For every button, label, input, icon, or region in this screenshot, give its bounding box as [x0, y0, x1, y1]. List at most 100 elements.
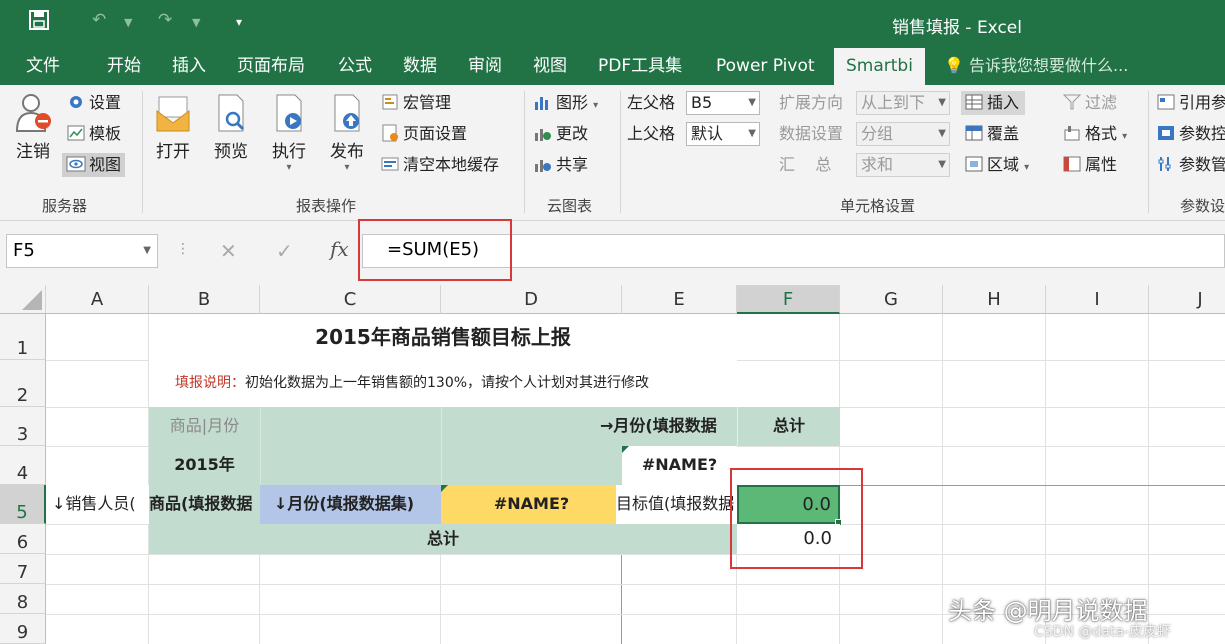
group-label-param: 参数设 [1180, 197, 1225, 215]
region-dropdown-icon[interactable]: ▾ [1024, 162, 1029, 173]
column-header-h[interactable]: H [943, 285, 1046, 314]
template-button[interactable]: 模板 [66, 122, 121, 146]
page-setup-button[interactable]: 页面设置 [380, 122, 467, 146]
tab-page-layout[interactable]: 页面布局 [237, 48, 305, 85]
cell-b3[interactable]: 商品|月份 [149, 407, 260, 446]
enter-icon[interactable]: ✓ [276, 239, 293, 263]
cell-e5[interactable]: 目标值(填报数据 [616, 485, 737, 524]
clear-cache-button[interactable]: 清空本地缓存 [380, 153, 499, 177]
select-all-corner[interactable] [0, 285, 46, 314]
filter-button[interactable]: 过滤 [1062, 91, 1117, 115]
chevron-down-icon[interactable]: ▼ [143, 235, 151, 267]
row-header-8[interactable]: 8 [0, 584, 46, 614]
chevron-down-icon: ▼ [938, 159, 946, 170]
cell-c5[interactable]: ↓月份(填报数据集) [260, 485, 441, 524]
column-header-c[interactable]: C [260, 285, 441, 314]
redo-icon[interactable]: ↷ [158, 10, 172, 30]
tab-formulas[interactable]: 公式 [338, 48, 372, 85]
tab-data[interactable]: 数据 [403, 48, 437, 85]
undo-icon[interactable]: ↶ [92, 10, 106, 30]
tab-file[interactable]: 文件 [26, 48, 60, 85]
cell-d4[interactable] [441, 446, 622, 485]
name-box[interactable]: F5 ▼ [6, 234, 158, 268]
cell-e3[interactable]: →月份(填报数据 [600, 407, 737, 446]
format-dropdown-icon[interactable]: ▾ [1122, 131, 1127, 142]
cell-a5[interactable]: ↓销售人员( [46, 485, 149, 524]
more-options-icon[interactable]: ⋮ [176, 241, 190, 257]
logout-button[interactable]: 注销 [8, 93, 58, 162]
preview-button[interactable]: 预览 [208, 93, 254, 162]
row-header-5[interactable]: 5 [0, 485, 46, 524]
redo-dropdown-icon[interactable]: ▼ [192, 16, 200, 29]
cell-d5[interactable]: #NAME? [441, 485, 622, 524]
tab-review[interactable]: 审阅 [468, 48, 502, 85]
tab-power-pivot[interactable]: Power Pivot [716, 48, 815, 85]
chart-dropdown-icon[interactable]: ▾ [593, 100, 598, 111]
row-header-6[interactable]: 6 [0, 524, 46, 554]
region-button[interactable]: 区域 ▾ [964, 153, 1029, 177]
save-icon[interactable] [28, 9, 50, 36]
expand-direction-select[interactable]: 从上到下 ▼ [856, 91, 950, 115]
left-parent-select[interactable]: B5 ▼ [686, 91, 760, 115]
undo-dropdown-icon[interactable]: ▼ [124, 16, 132, 29]
row-header-4[interactable]: 4 [0, 446, 46, 485]
open-button[interactable]: 打开 [150, 93, 196, 162]
chart-button[interactable]: 图形 ▾ [533, 91, 598, 115]
cover-button[interactable]: 覆盖 [964, 122, 1019, 146]
cell-c3[interactable] [260, 407, 441, 446]
settings-button[interactable]: 设置 [66, 91, 121, 115]
format-button[interactable]: 格式 ▾ [1062, 122, 1127, 146]
tab-home[interactable]: 开始 [107, 48, 141, 85]
cell-b6-total[interactable]: 总计 [149, 524, 737, 554]
macro-manage-button[interactable]: 宏管理 [380, 91, 451, 115]
param-manage-button[interactable]: 参数管 [1156, 153, 1225, 177]
top-parent-select[interactable]: 默认 ▼ [686, 122, 760, 146]
publish-button[interactable]: 发布 ▾ [324, 93, 370, 173]
column-header-a[interactable]: A [46, 285, 149, 314]
column-header-f[interactable]: F [737, 285, 840, 314]
settings-label: 设置 [89, 93, 122, 112]
row-header-2[interactable]: 2 [0, 360, 46, 407]
cell-e4[interactable]: #NAME? [622, 446, 737, 485]
function-icon[interactable]: fx [330, 237, 349, 261]
column-header-b[interactable]: B [149, 285, 260, 314]
property-button[interactable]: 属性 [1062, 153, 1117, 177]
customize-qat-icon[interactable]: ▾ [236, 15, 242, 29]
publish-dropdown-icon[interactable]: ▾ [324, 162, 370, 173]
row-header-7[interactable]: 7 [0, 554, 46, 584]
column-header-g[interactable]: G [840, 285, 943, 314]
watermark-subtext: CSDN @data-皮皮虾 [1034, 624, 1171, 640]
tab-smartbi[interactable]: Smartbi [834, 48, 925, 85]
insert-button[interactable]: 插入 [961, 91, 1026, 115]
row-header-3[interactable]: 3 [0, 407, 46, 446]
data-setting-select[interactable]: 分组 ▼ [856, 122, 950, 146]
column-header-e[interactable]: E [622, 285, 737, 314]
note-cell[interactable]: 填报说明：初始化数据为上一年销售额的130%，请按个人计划对其进行修改 [149, 360, 737, 407]
cell-d3[interactable] [441, 407, 622, 446]
reference-param-button[interactable]: 引用参 [1156, 91, 1225, 115]
column-header-d[interactable]: D [441, 285, 622, 314]
cell-c4[interactable] [260, 446, 441, 485]
share-button[interactable]: 共享 [533, 153, 588, 177]
change-button[interactable]: 更改 [533, 122, 588, 146]
row-header-9[interactable]: 9 [0, 614, 46, 644]
cell-b4[interactable]: 2015年 [149, 446, 260, 485]
param-control-button[interactable]: 参数控 [1156, 122, 1225, 146]
summary-select[interactable]: 求和 ▼ [856, 153, 950, 177]
tab-pdf-tools[interactable]: PDF工具集 [598, 48, 682, 85]
row-header-1[interactable]: 1 [0, 314, 46, 360]
window-title: 销售填报 - Excel [892, 18, 1022, 38]
report-title-cell[interactable]: 2015年商品销售额目标上报 [149, 314, 737, 360]
cell-f3[interactable]: 总计 [737, 407, 840, 446]
cancel-icon[interactable]: ✕ [220, 239, 237, 263]
column-header-j[interactable]: J [1149, 285, 1225, 314]
tab-insert[interactable]: 插入 [172, 48, 206, 85]
execute-button[interactable]: 执行 ▾ [266, 93, 312, 173]
cell-b5[interactable]: 商品(填报数据 [149, 485, 260, 524]
column-header-i[interactable]: I [1046, 285, 1149, 314]
tab-view[interactable]: 视图 [533, 48, 567, 85]
execute-dropdown-icon[interactable]: ▾ [266, 162, 312, 173]
tell-me-box[interactable]: 💡 告诉我您想要做什么... [944, 48, 1128, 84]
view-button[interactable]: 视图 [62, 153, 126, 177]
gridline [46, 554, 1225, 555]
